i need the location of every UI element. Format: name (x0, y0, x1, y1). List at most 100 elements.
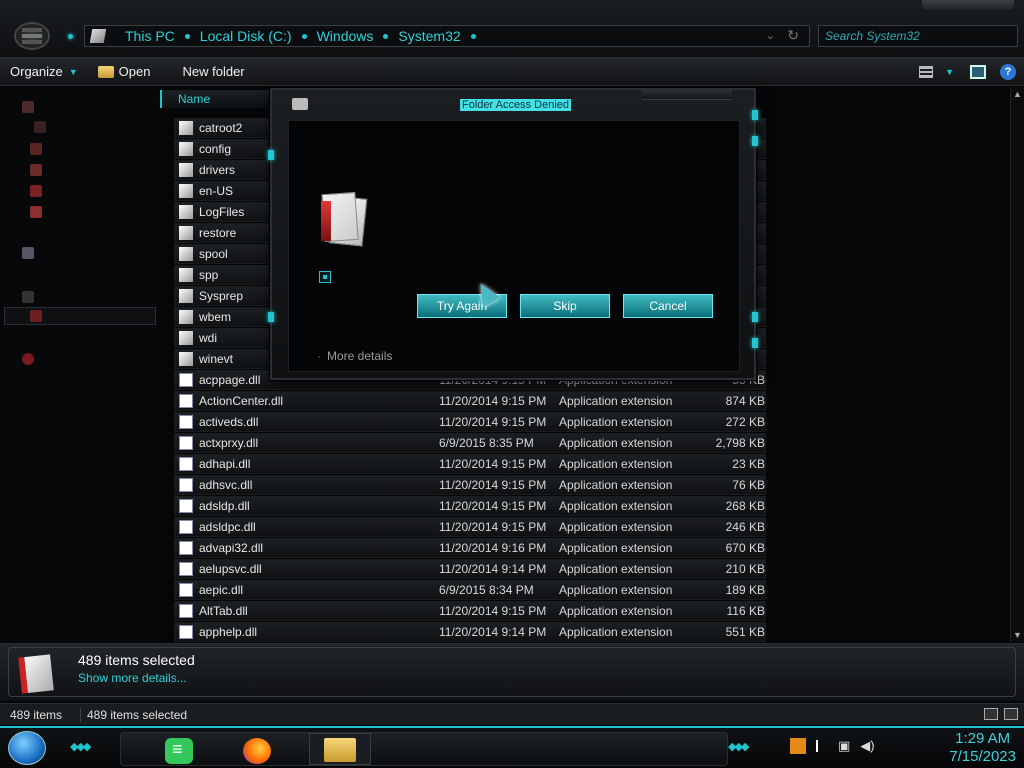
file-explorer-icon[interactable] (324, 738, 356, 762)
scroll-up-icon[interactable]: ▲ (1013, 89, 1022, 99)
nav-item-downloads[interactable] (30, 141, 160, 157)
clock[interactable]: 1:29 AM 7/15/2023 (949, 730, 1016, 766)
skip-button[interactable]: Skip (520, 294, 610, 318)
dll-file-icon (179, 436, 193, 450)
nav-item-desktop[interactable] (34, 119, 164, 135)
file-date: 11/20/2014 9:16 PM (439, 541, 547, 555)
table-row[interactable]: advapi32.dll 11/20/2014 9:16 PM Applicatio… (174, 538, 766, 558)
file-type: Application extension (559, 436, 673, 450)
breadcrumb[interactable]: This PC Local Disk (C:) Windows System32… (84, 25, 810, 47)
file-type: Application extension (559, 604, 673, 618)
table-row[interactable]: adhapi.dll 11/20/2014 9:15 PM Application … (174, 454, 766, 474)
folder-icon (179, 142, 193, 156)
breadcrumb-this-pc[interactable]: This PC (125, 28, 200, 44)
file-size: 2,798 KB (715, 436, 765, 450)
drive-icon (30, 310, 42, 322)
taskbar-apps (120, 732, 728, 766)
folder-icon (89, 29, 107, 43)
cancel-button[interactable]: Cancel (623, 294, 713, 318)
refresh-icon[interactable]: ↻ (787, 27, 799, 44)
nav-item-network[interactable] (22, 351, 152, 367)
folder-access-denied-dialog: Folder Access Denied Try Again Skip Canc… (268, 88, 758, 380)
file-size: 551 KB (725, 625, 765, 639)
computer-icon (22, 291, 34, 303)
dll-file-icon (179, 457, 193, 471)
column-header-name[interactable]: Name (160, 90, 275, 108)
nav-item-libraries[interactable] (30, 183, 160, 199)
details-view-icon[interactable] (984, 708, 998, 720)
item-count: 489 items (10, 707, 63, 722)
file-date: 11/20/2014 9:15 PM (439, 457, 547, 471)
breadcrumb-windows[interactable]: Windows (317, 28, 399, 44)
nav-item-this-pc[interactable] (22, 289, 152, 305)
organize-button[interactable]: Organize ▼ (0, 58, 88, 86)
start-button[interactable] (8, 731, 46, 765)
file-size: 210 KB (725, 562, 765, 576)
file-name: ActionCenter.dll (199, 394, 284, 408)
file-size: 23 KB (732, 457, 765, 471)
details-pane: 489 items selected Show more details... (0, 643, 1024, 701)
table-row[interactable]: adsldpc.dll 11/20/2014 9:15 PM Application… (174, 517, 766, 537)
chevron-down-icon[interactable]: ▼ (945, 67, 954, 77)
table-row[interactable]: AltTab.dll 11/20/2014 9:15 PM Application … (174, 601, 766, 621)
dll-file-icon (179, 604, 193, 618)
table-row[interactable]: adsldp.dll 11/20/2014 9:15 PM Application … (174, 496, 766, 516)
homegroup-icon (22, 247, 34, 259)
table-row[interactable]: aelupsvc.dll 11/20/2014 9:14 PM Applicatio… (174, 559, 766, 579)
search-input[interactable] (818, 25, 1018, 47)
more-details-toggle[interactable]: More details (317, 349, 392, 363)
dialog-body: Try Again Skip Cancel More details (288, 120, 740, 372)
apply-to-all-checkbox[interactable] (319, 271, 331, 283)
file-size: 874 KB (725, 394, 765, 408)
status-view-buttons (978, 708, 1018, 720)
dialog-close-area[interactable] (642, 90, 732, 100)
table-row[interactable]: activeds.dll 11/20/2014 9:15 PM Applicatio… (174, 412, 766, 432)
file-date: 11/20/2014 9:15 PM (439, 604, 547, 618)
action-center-flag-icon[interactable] (816, 740, 828, 752)
breadcrumb-system32[interactable]: System32 (398, 28, 485, 44)
file-name: advapi32.dll (199, 541, 264, 555)
star-icon (22, 101, 34, 113)
breadcrumb-local-disk[interactable]: Local Disk (C:) (200, 28, 317, 44)
notes-app-icon[interactable] (165, 738, 193, 764)
file-explorer-task[interactable] (309, 733, 371, 765)
vertical-scrollbar[interactable]: ▲ ▼ (1010, 87, 1024, 642)
back-forward-button[interactable] (14, 22, 50, 50)
large-icons-view-icon[interactable] (1004, 708, 1018, 720)
nav-item-homegroup[interactable] (22, 245, 152, 261)
tray-app-icon[interactable] (790, 738, 806, 754)
open-button[interactable]: Open (88, 58, 161, 86)
folder-icon (179, 163, 193, 177)
table-row[interactable]: apphelp.dll 11/20/2014 9:14 PM Application… (174, 622, 766, 642)
selection-count: 489 items selected (78, 652, 195, 668)
show-more-details-link[interactable]: Show more details... (78, 671, 187, 685)
status-bar: 489 items 489 items selected (0, 703, 1024, 725)
dialog-title: Folder Access Denied (460, 99, 571, 111)
firefox-icon[interactable] (243, 738, 271, 764)
folder-icon (97, 65, 114, 78)
preview-pane-icon[interactable] (970, 65, 986, 79)
view-list-icon[interactable] (919, 66, 934, 78)
help-icon[interactable]: ? (1000, 64, 1016, 80)
table-row[interactable]: actxprxy.dll 6/9/2015 8:35 PM Application … (174, 433, 766, 453)
dialog-frame-light (268, 312, 274, 322)
file-date: 11/20/2014 9:15 PM (439, 394, 547, 408)
folder-icon (179, 226, 193, 240)
file-type: Application extension (559, 499, 673, 513)
dll-file-icon (179, 583, 193, 597)
table-row[interactable]: ActionCenter.dll 11/20/2014 9:15 PM Applic… (174, 391, 766, 411)
table-row[interactable]: aepic.dll 6/9/2015 8:34 PM Application ext… (174, 580, 766, 600)
scroll-down-icon[interactable]: ▼ (1013, 630, 1022, 640)
nav-item-documents[interactable] (30, 204, 160, 220)
dialog-frame-light (752, 312, 758, 322)
nav-item-local-disk[interactable] (30, 308, 160, 324)
network-icon[interactable]: ▣ (838, 738, 850, 754)
nav-item-recent[interactable] (30, 162, 160, 178)
chevron-down-icon[interactable]: ⌄ (766, 29, 775, 42)
volume-icon[interactable]: ◀) (860, 738, 874, 754)
table-row[interactable]: adhsvc.dll 11/20/2014 9:15 PM Application … (174, 475, 766, 495)
file-name: aelupsvc.dll (199, 562, 262, 576)
nav-item-favorites[interactable] (22, 99, 152, 115)
new-folder-button[interactable]: New folder (160, 58, 254, 86)
window-controls[interactable] (922, 0, 1014, 10)
